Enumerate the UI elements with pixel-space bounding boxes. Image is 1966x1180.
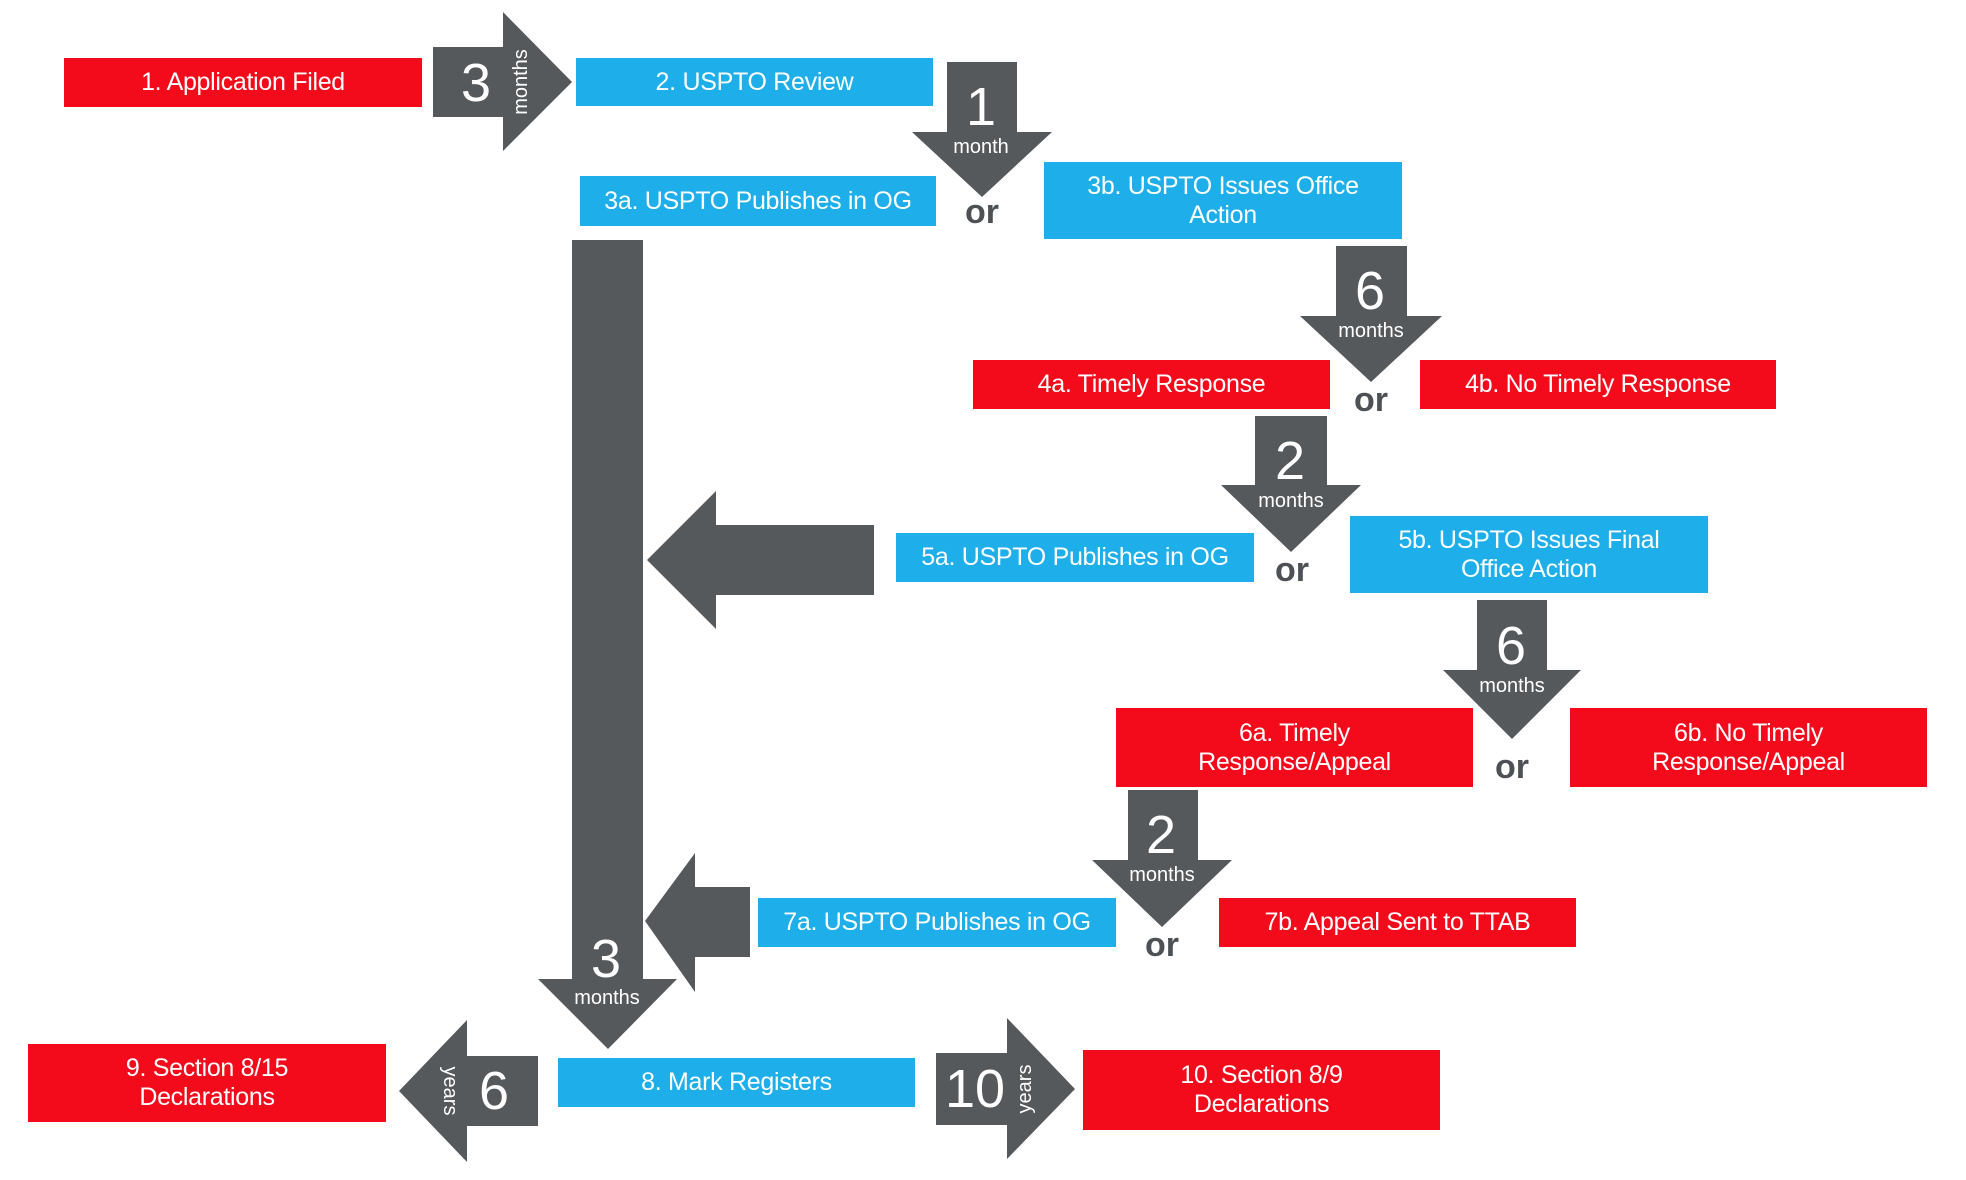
step-7b-appeal-ttab: 7b. Appeal Sent to TTAB — [1219, 898, 1576, 947]
step-9-section-8-15: 9. Section 8/15 Declarations — [28, 1044, 386, 1122]
step-1-label: 1. Application Filed — [141, 68, 345, 96]
duration-value-4: 2 — [1274, 431, 1306, 491]
duration-unit-3: months — [1338, 320, 1404, 342]
step-10-label-line2: Declarations — [1193, 1090, 1330, 1118]
step-6a-label-line2: Response/Appeal — [1198, 747, 1391, 776]
arrow-left-from-7a — [645, 853, 750, 992]
step-5a-label: 5a. USPTO Publishes in OG — [921, 543, 1229, 571]
step-7a-label: 7a. USPTO Publishes in OG — [783, 908, 1091, 936]
duration-value-6: 2 — [1145, 805, 1177, 865]
duration-unit-8: years — [439, 1066, 461, 1116]
step-2-label: 2. USPTO Review — [655, 67, 854, 96]
step-2-uspto-review: 2. USPTO Review — [576, 58, 933, 106]
duration-value-9: 10 — [944, 1059, 1006, 1119]
step-4a-timely-response: 4a. Timely Response — [973, 360, 1330, 409]
or-label-5: or — [1275, 551, 1309, 589]
step-1-application-filed: 1. Application Filed — [64, 58, 422, 107]
arrow-left-from-5a — [647, 491, 874, 629]
step-10-section-8-9: 10. Section 8/9 Declarations — [1083, 1050, 1440, 1130]
step-3b-label-line1: 3b. USPTO Issues Office — [1087, 171, 1359, 200]
step-4b-no-timely-response: 4b. No Timely Response — [1420, 360, 1776, 409]
step-8-mark-registers: 8. Mark Registers — [558, 1058, 915, 1107]
step-5b-final-office-action: 5b. USPTO Issues Final Office Action — [1350, 516, 1708, 593]
duration-value-1: 3 — [460, 53, 492, 113]
step-6b-label-line1: 6b. No Timely — [1674, 718, 1823, 747]
duration-unit-2: month — [953, 136, 1009, 158]
step-6a-label-line1: 6a. Timely — [1239, 718, 1350, 747]
step-7a-publishes-og: 7a. USPTO Publishes in OG — [758, 898, 1116, 947]
step-4a-label: 4a. Timely Response — [1037, 370, 1266, 398]
duration-value-8: 6 — [478, 1061, 510, 1121]
duration-unit-7: months — [574, 987, 640, 1009]
step-3b-label-line2: Action — [1189, 200, 1257, 229]
duration-unit-4: months — [1258, 490, 1324, 512]
step-3a-label: 3a. USPTO Publishes in OG — [604, 186, 912, 215]
step-5b-label-line1: 5b. USPTO Issues Final — [1398, 525, 1660, 554]
duration-value-7: 3 — [590, 929, 622, 989]
step-10-label-line1: 10. Section 8/9 — [1180, 1061, 1343, 1089]
duration-value-5: 6 — [1495, 616, 1527, 676]
duration-unit-6: months — [1129, 864, 1195, 886]
step-9-label-line2: Declarations — [139, 1083, 275, 1111]
step-6b-label-line2: Response/Appeal — [1652, 747, 1845, 776]
duration-unit-1: months — [510, 49, 532, 115]
step-3a-publishes-og: 3a. USPTO Publishes in OG — [580, 176, 936, 226]
step-5b-label-line2: Office Action — [1461, 554, 1597, 583]
step-6b-no-timely-response-appeal: 6b. No Timely Response/Appeal — [1570, 708, 1927, 787]
step-9-label-line1: 9. Section 8/15 — [125, 1054, 289, 1082]
duration-value-2: 1 — [965, 77, 997, 137]
step-8-label: 8. Mark Registers — [641, 1068, 832, 1096]
duration-unit-5: months — [1479, 675, 1545, 697]
step-6a-timely-response-appeal: 6a. Timely Response/Appeal — [1116, 708, 1473, 787]
or-label-3: or — [965, 193, 999, 231]
or-label-6: or — [1495, 748, 1529, 786]
duration-unit-9: years — [1014, 1064, 1036, 1114]
step-5a-publishes-og: 5a. USPTO Publishes in OG — [896, 533, 1254, 582]
duration-value-3: 6 — [1354, 261, 1386, 321]
step-3b-office-action: 3b. USPTO Issues Office Action — [1044, 162, 1402, 239]
step-4b-label: 4b. No Timely Response — [1465, 370, 1731, 398]
or-label-4: or — [1354, 381, 1388, 419]
or-label-7: or — [1145, 926, 1179, 964]
step-7b-label: 7b. Appeal Sent to TTAB — [1264, 908, 1531, 936]
